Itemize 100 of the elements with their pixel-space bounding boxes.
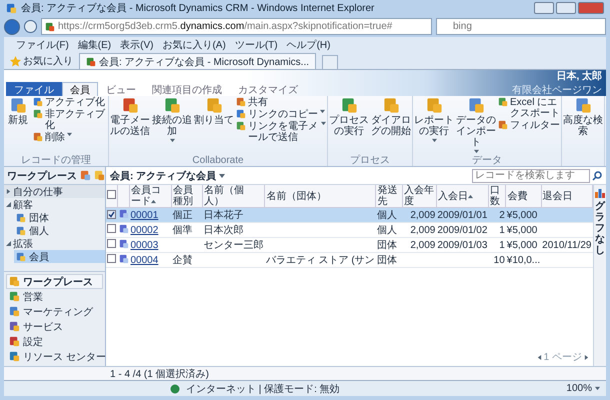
record-link[interactable]: 00002 — [130, 224, 158, 236]
column-header[interactable]: 会費 — [506, 185, 542, 208]
browser-tab[interactable]: 会員: アクティブな会員 - Microsoft Dynamics... — [79, 53, 316, 69]
search-field[interactable]: bing — [436, 18, 606, 35]
page-indicator: 1 ページ — [544, 351, 582, 364]
search-icon[interactable] — [592, 170, 602, 180]
maximize-button[interactable] — [556, 2, 576, 14]
ribbon-tab[interactable]: カスタマイズ — [230, 82, 306, 96]
ribbon-button[interactable]: フィルター — [498, 120, 560, 131]
ribbon-button[interactable]: アクティブ化 — [33, 97, 107, 108]
table-cell: 団体 — [376, 252, 402, 268]
tree-item[interactable]: 個人 — [14, 224, 105, 237]
record-link[interactable]: 00004 — [130, 254, 158, 266]
record-search-field[interactable]: レコードを検索します — [472, 168, 590, 182]
address-field[interactable]: https://crm5org5d3eb.crm5.dynamics.com/main.aspx?skipnotification=true# — [41, 18, 432, 35]
ribbon-button[interactable]: 新規 — [5, 97, 31, 155]
ribbon-button[interactable]: ダイアログの開始 — [371, 97, 411, 155]
ribbon-button[interactable]: リンクを電子メールで送信 — [236, 121, 326, 143]
select-all-checkbox[interactable] — [107, 190, 116, 199]
organization-name: 有限会社ページワン — [512, 84, 602, 97]
nav-item[interactable]: 営業 — [6, 289, 103, 304]
nav-item[interactable]: ワークプレース — [6, 274, 103, 289]
column-header[interactable]: 入会日 — [436, 185, 488, 208]
column-header[interactable]: 名前（団体） — [264, 185, 376, 208]
table-cell: 企賛 — [171, 252, 202, 268]
menu-item[interactable]: ファイル(F) — [16, 38, 69, 52]
table-cell: バラエティ ストア (サン — [264, 252, 376, 268]
ribbon-button[interactable]: Excel にエクスポート — [498, 97, 560, 119]
collapsed-icon — [6, 189, 11, 194]
nav-item[interactable]: リソース センター — [6, 349, 103, 364]
ribbon-tab[interactable]: 関連項目の作成 — [144, 82, 230, 96]
table-row[interactable]: 00002 個準 日本次郎 個人 2,009 2009/01/02 1 ¥5,000 — [106, 222, 592, 238]
url-text: https://crm5org5d3eb.crm5.dynamics.com/main.aspx?skipnotification=true# — [58, 21, 392, 32]
ribbon-tab[interactable]: 会員 — [62, 82, 98, 96]
record-link[interactable]: 00003 — [130, 240, 158, 250]
previous-page-icon — [536, 354, 542, 360]
table-cell: 10 — [488, 252, 506, 268]
tree-item[interactable]: 会員 — [14, 250, 105, 263]
row-checkbox[interactable] — [107, 224, 116, 233]
zoom-level[interactable]: 100% — [566, 383, 600, 394]
tree-section[interactable]: 自分の仕事 — [4, 185, 105, 198]
expanded-icon — [6, 241, 11, 246]
bar-chart-icon[interactable] — [595, 188, 605, 198]
tree-section[interactable]: 拡張 — [4, 237, 105, 250]
ribbon-button[interactable]: リンクのコピー — [236, 109, 326, 120]
ribbon-button[interactable]: プロセスの実行 — [329, 97, 369, 155]
menu-item[interactable]: 編集(E) — [78, 38, 112, 52]
ribbon-button[interactable]: レポートの実行 — [414, 97, 454, 155]
table-row[interactable]: 00003 センター三郎 団体 2,009 2009/01/03 1 ¥5,000 2010/11/29 — [106, 238, 592, 252]
ribbon-button[interactable]: 接続の追加 — [152, 97, 192, 155]
ribbon-group-label: データ — [472, 155, 502, 166]
menu-item[interactable]: ヘルプ(H) — [286, 38, 330, 52]
next-page-icon — [584, 354, 589, 360]
sort-arrow-icon — [151, 199, 156, 204]
chart-pane-label[interactable]: グラフなし — [595, 201, 605, 256]
row-checkbox[interactable] — [107, 254, 116, 263]
caret-icon — [219, 172, 226, 178]
row-checkbox[interactable] — [107, 210, 116, 218]
table-cell: ¥10,0... — [506, 252, 542, 268]
minimize-button[interactable] — [534, 2, 554, 14]
ribbon-tab[interactable]: ビュー — [98, 82, 144, 96]
favorites-button[interactable]: お気に入り — [10, 53, 73, 69]
ribbon-button[interactable]: 電子メールの送信 — [110, 97, 150, 155]
workplace-title: ワークプレース — [7, 169, 77, 182]
tree-item[interactable]: 団体 — [14, 211, 105, 224]
ribbon-button[interactable]: 非アクティブ化 — [33, 109, 107, 131]
ribbon-button[interactable]: 共有 — [236, 97, 326, 108]
column-header[interactable]: 名前（個人） — [202, 185, 265, 208]
ribbon-button[interactable]: データのインポート — [456, 97, 496, 155]
forward-button[interactable] — [24, 20, 37, 33]
star-icon — [10, 56, 21, 66]
nav-item[interactable]: サービス — [6, 319, 103, 334]
caret-icon — [321, 121, 326, 126]
column-header[interactable]: 会員コード — [130, 185, 172, 208]
ribbon-button[interactable]: 削除 — [33, 132, 107, 143]
ribbon-button[interactable]: 割り当て — [194, 97, 234, 155]
nav-item[interactable]: 設定 — [6, 334, 103, 349]
column-header[interactable]: 口数 — [488, 185, 506, 208]
column-header[interactable]: 退会日 — [541, 185, 592, 208]
menu-item[interactable]: お気に入り(A) — [162, 38, 226, 52]
menu-item[interactable]: 表示(V) — [120, 38, 154, 52]
caret-icon — [474, 149, 478, 154]
row-checkbox[interactable] — [107, 239, 116, 248]
column-header[interactable]: 発送先 — [376, 185, 402, 208]
table-row[interactable]: 00004 企賛 バラエティ ストア (サン 団体 10 ¥10,0... — [106, 252, 592, 268]
ribbon-tab[interactable]: ファイル — [6, 82, 62, 96]
column-header[interactable]: 会員種別 — [171, 185, 202, 208]
security-zone-text: インターネット | 保護モード: 無効 — [186, 382, 340, 396]
table-row[interactable]: 00001 個正 日本花子 個人 2,009 2009/01/01 2 ¥5,000 — [106, 208, 592, 222]
view-title[interactable]: 会員: アクティブな会員 — [110, 168, 226, 182]
tree-section[interactable]: 顧客 — [4, 198, 105, 211]
menu-item[interactable]: ツール(T) — [234, 38, 278, 52]
ribbon-button[interactable]: 高度な検索 — [563, 97, 603, 166]
user-name[interactable]: 日本, 太郎 — [556, 69, 602, 83]
record-link[interactable]: 00001 — [130, 210, 158, 220]
nav-item[interactable]: マーケティング — [6, 304, 103, 319]
column-header[interactable]: 入会年度 — [402, 185, 436, 208]
caret-icon — [595, 386, 600, 391]
back-button[interactable] — [4, 18, 20, 34]
sort-arrow-icon — [468, 194, 473, 198]
